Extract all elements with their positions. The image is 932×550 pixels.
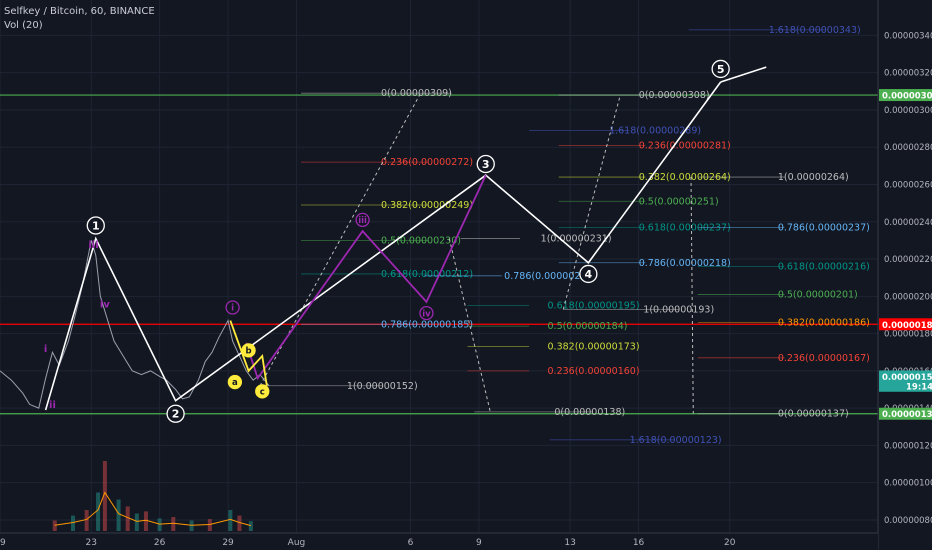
fib-level-label: 1(0.00000231) — [541, 234, 612, 245]
fib-level-label: 1(0.00000193) — [643, 304, 714, 315]
y-tick-label: 0.00000200 — [884, 292, 932, 302]
fib-dashed-trend — [690, 177, 694, 414]
x-axis: 19 23 26 29 Aug 6 9 13 16 20 — [0, 532, 878, 550]
price-badge-label: 19:14 — [906, 382, 932, 392]
x-axis-background — [0, 533, 878, 550]
price-badge-label: 0.00000137 — [882, 410, 932, 420]
wave-marker-label: iii — [358, 216, 367, 226]
fib-level-label: 1.618(0.00000343) — [769, 25, 861, 36]
y-tick-label: 0.00000300 — [884, 106, 932, 116]
chart-title: Selfkey / Bitcoin, 60, BINANCE — [4, 6, 155, 17]
x-tick-label: 26 — [154, 538, 166, 548]
volume-bar — [171, 517, 176, 531]
fib-level-label: 0.236(0.00000160) — [548, 366, 640, 377]
wave-marker-label: b — [246, 347, 252, 357]
wave-marker-label: iv — [422, 309, 431, 319]
x-tick-label: 20 — [724, 538, 736, 548]
y-tick-label: 0.00000260 — [884, 181, 932, 191]
fib-level-label: 0.382(0.00000186) — [778, 317, 870, 328]
x-tick-label: 19 — [0, 538, 6, 548]
wave-marker-label: c — [260, 388, 265, 398]
volume-bar — [143, 511, 148, 531]
wave-marker-label: ii — [49, 400, 56, 411]
fib-level-label: 0.618(0.00000216) — [778, 262, 870, 273]
y-tick-label: 0.00000220 — [884, 255, 932, 265]
fib-level-label: 0.5(0.00000230) — [381, 235, 461, 246]
fib-level-label: 0(0.00000137) — [778, 409, 849, 420]
volume-indicator-label: Vol (20) — [4, 20, 43, 31]
y-axis-background — [878, 0, 932, 550]
y-axis: 0.00000340 0.00000320 0.00000300 0.00000280… — [877, 0, 932, 550]
fib-level-label: 1.618(0.00000123) — [630, 435, 722, 446]
fibonacci-levels: 1.618(0.00000343) 0(0.00000309) 0(0.000003… — [266, 25, 870, 446]
fib-level-label: 0(0.00000309) — [381, 88, 452, 99]
fib-level-label: 0(0.00000308) — [639, 90, 710, 101]
fib-level-label: 0.236(0.00000167) — [778, 353, 870, 364]
wave-marker-label: iii — [88, 240, 98, 251]
y-tick-label: 0.00000340 — [884, 31, 932, 41]
y-tick-label: 0.00000180 — [884, 330, 932, 340]
x-tick-label: 16 — [633, 538, 645, 548]
fib-level-label: 0.5(0.00000184) — [548, 321, 628, 332]
x-tick-label: 23 — [85, 538, 96, 548]
x-tick-label: 13 — [564, 538, 575, 548]
fib-level-label: 0.618(0.00000237) — [639, 222, 731, 233]
fib-level-label: 0.5(0.00000251) — [639, 196, 719, 207]
volume-bar — [207, 519, 212, 531]
x-tick-label: 9 — [476, 538, 482, 548]
fib-level-label: 0.382(0.00000249) — [381, 200, 473, 211]
fib-level-label: 0.786(0.00000237) — [778, 222, 870, 233]
horizontal-lines — [0, 94, 878, 415]
fib-level-label: 0.236(0.00000272) — [381, 157, 473, 168]
fib-level-label: 0.382(0.00000173) — [548, 342, 640, 353]
volume-bar — [134, 513, 139, 531]
wave-marker-label: a — [232, 378, 238, 388]
fib-level-label: 0.618(0.00000195) — [548, 301, 640, 312]
y-tick-label: 0.00000080 — [884, 516, 932, 526]
volume-bar — [84, 510, 89, 531]
x-tick-label: 6 — [408, 538, 414, 548]
wave-marker-label: i — [231, 304, 234, 314]
volume-bar — [52, 520, 57, 531]
wave-marker-label: 5 — [717, 63, 725, 76]
x-tick-label: 29 — [222, 538, 234, 548]
volume-bars — [52, 461, 253, 531]
fib-level-label: 0(0.00000138) — [554, 407, 625, 418]
volume-bar — [70, 515, 75, 531]
wave-marker-label: i — [44, 344, 47, 355]
fib-level-label: 0.786(0.00000185) — [381, 319, 473, 330]
wave-marker-label: 1 — [92, 220, 100, 233]
fib-level-label: 0.236(0.00000281) — [639, 140, 731, 151]
y-tick-label: 0.00000100 — [884, 479, 932, 489]
volume-bar — [157, 518, 162, 531]
wave-marker-label: 4 — [585, 268, 593, 281]
price-chart[interactable]: 1.618(0.00000343) 0(0.00000309) 0(0.000003… — [0, 0, 932, 550]
y-tick-label: 0.00000240 — [884, 218, 932, 228]
y-tick-label: 0.00000280 — [884, 143, 932, 153]
volume-bar — [189, 520, 194, 531]
volume-bar — [248, 521, 253, 531]
y-tick-label: 0.00000120 — [884, 441, 932, 451]
wave-marker-label: iv — [100, 300, 110, 311]
volume-bar — [116, 499, 121, 531]
fib-level-label: 1(0.00000152) — [347, 381, 418, 392]
wave-marker-label: 3 — [482, 158, 490, 171]
wave-marker-label: 2 — [172, 408, 180, 421]
volume-bar — [228, 510, 233, 531]
volume-bar — [96, 492, 101, 531]
fib-level-label: 0.382(0.00000264) — [639, 172, 731, 183]
fib-level-label: 1(0.00000264) — [778, 172, 849, 183]
volume-ma-line — [54, 491, 251, 527]
volume-bar — [125, 506, 130, 531]
price-badge-label: 0.00000308 — [882, 92, 932, 102]
y-tick-label: 0.00000320 — [884, 69, 932, 79]
fib-level-label: 0.786(0.00000218) — [639, 258, 731, 269]
price-badge-label: 0.00000185 — [882, 321, 932, 331]
fib-level-label: 0.618(0.00000212) — [381, 269, 473, 280]
fib-level-label: 0.5(0.00000201) — [778, 289, 858, 300]
x-tick-label: Aug — [288, 538, 306, 548]
